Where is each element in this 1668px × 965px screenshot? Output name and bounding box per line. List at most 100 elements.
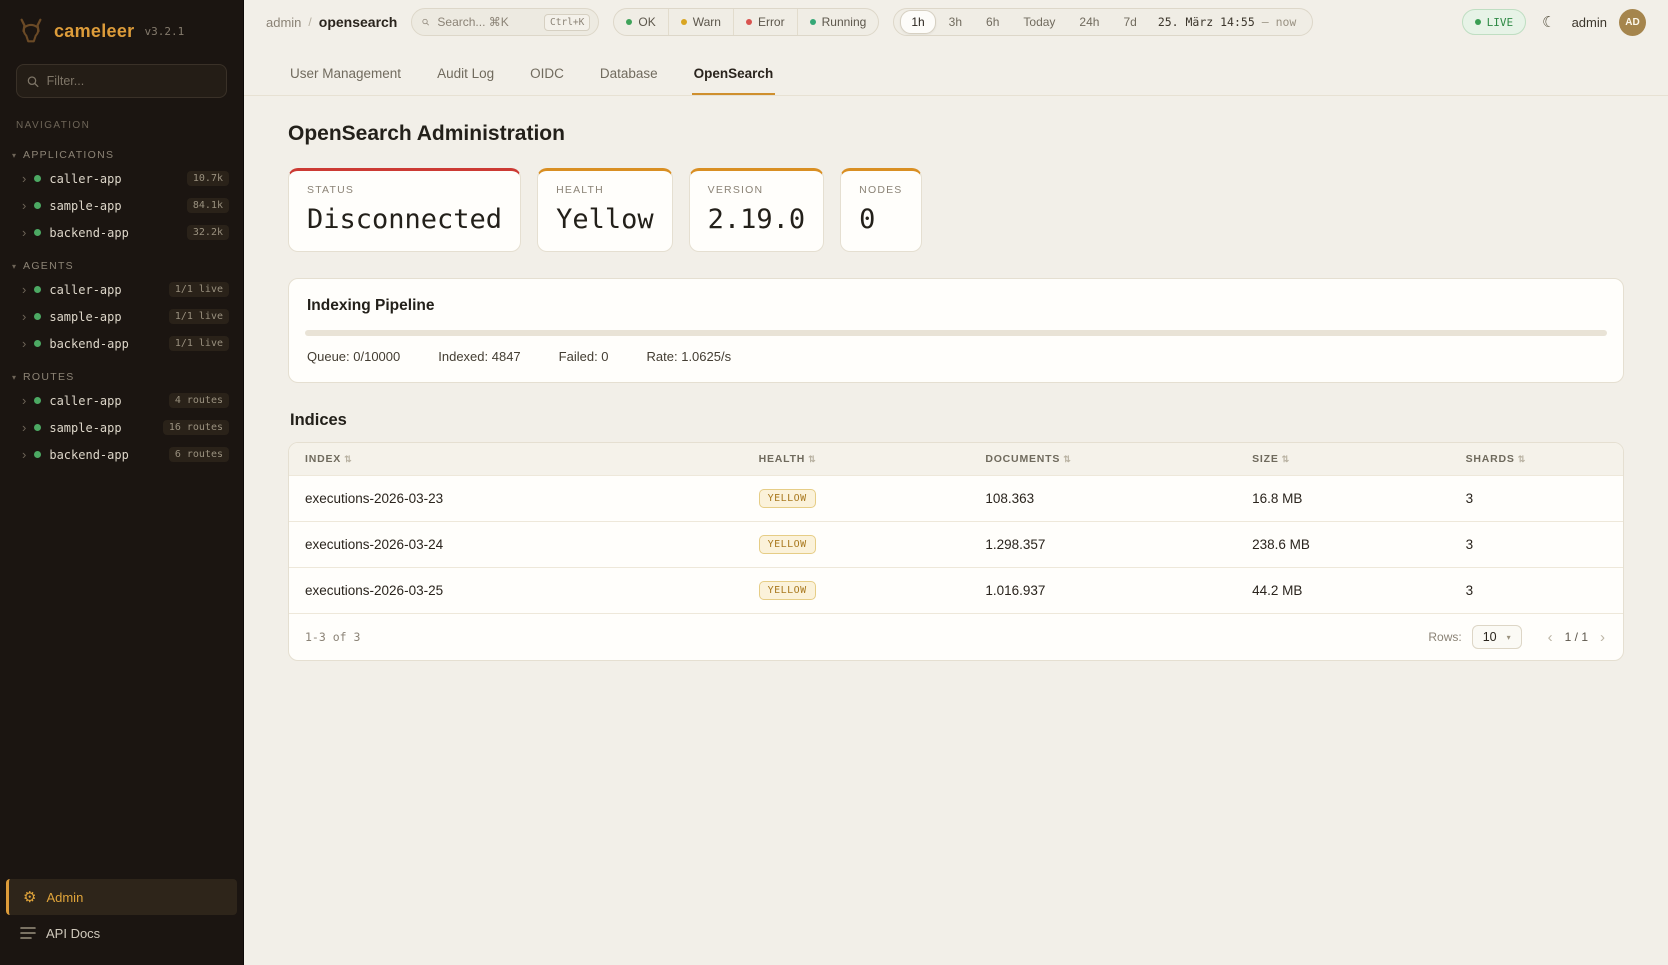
sidebar-item-label: backend-app: [49, 337, 160, 351]
stat-card-health: HEALTH Yellow: [537, 168, 673, 252]
rows-per-page-value: 10: [1483, 630, 1497, 644]
chevron-right-icon: ›: [22, 337, 26, 350]
filter-label: Error: [758, 15, 785, 29]
sidebar-filter[interactable]: [16, 64, 227, 98]
running-dot: [810, 19, 816, 25]
status-dot: [34, 424, 41, 431]
time-range-24h[interactable]: 24h: [1068, 10, 1110, 34]
search-icon: [27, 75, 39, 88]
section-header-routes[interactable]: ▾ ROUTES: [0, 367, 243, 387]
stat-card-nodes: NODES 0: [840, 168, 921, 252]
stat-cards: STATUS Disconnected HEALTH Yellow VERSIO…: [288, 168, 1624, 252]
docs-icon: [20, 926, 36, 940]
section-header-applications[interactable]: ▾ APPLICATIONS: [0, 145, 243, 165]
time-range-group: 1h 3h 6h Today 24h 7d 25. März 14:55 — n…: [893, 8, 1313, 36]
column-header-shards[interactable]: SHARDS⇅: [1450, 443, 1623, 476]
app-logo: cameleer v3.2.1: [0, 0, 243, 56]
live-toggle[interactable]: LIVE: [1462, 9, 1527, 35]
tab-audit-log[interactable]: Audit Log: [435, 58, 496, 95]
filter-input[interactable]: [47, 74, 216, 88]
column-header-health[interactable]: HEALTH⇅: [743, 443, 970, 476]
health-badge: YELLOW: [759, 535, 816, 554]
global-search[interactable]: Ctrl+K: [411, 8, 599, 36]
time-range-7d[interactable]: 7d: [1112, 10, 1147, 34]
documents-cell: 1.298.357: [969, 522, 1236, 568]
indices-table: INDEX⇅ HEALTH⇅ DOCUMENTS⇅ SIZE⇅ SHARDS⇅ …: [289, 443, 1623, 613]
tab-opensearch[interactable]: OpenSearch: [692, 58, 776, 95]
breadcrumb-separator: /: [308, 15, 311, 29]
chevron-right-icon: ›: [22, 226, 26, 239]
documents-cell: 108.363: [969, 476, 1236, 522]
size-cell: 16.8 MB: [1236, 476, 1449, 522]
navigation-label: NAVIGATION: [0, 112, 243, 135]
shards-cell: 3: [1450, 476, 1623, 522]
admin-tabs: User Management Audit Log OIDC Database …: [244, 44, 1668, 96]
breadcrumb-current: opensearch: [319, 14, 398, 30]
time-range-today[interactable]: Today: [1012, 10, 1066, 34]
chevron-down-icon: ▾: [12, 151, 16, 160]
tab-oidc[interactable]: OIDC: [528, 58, 566, 95]
sidebar-item-label: caller-app: [49, 283, 160, 297]
sidebar-item-admin[interactable]: ⚙ Admin: [6, 879, 237, 915]
breadcrumb-root[interactable]: admin: [266, 15, 301, 30]
avatar[interactable]: AD: [1619, 9, 1646, 36]
table-row[interactable]: executions-2026-03-25 YELLOW 1.016.937 4…: [289, 568, 1623, 614]
sidebar-item-caller-app[interactable]: › caller-app 1/1 live: [0, 276, 243, 303]
section-header-agents[interactable]: ▾ AGENTS: [0, 256, 243, 276]
filter-running[interactable]: Running: [797, 9, 879, 35]
search-shortcut-kbd: Ctrl+K: [544, 14, 590, 31]
documents-cell: 1.016.937: [969, 568, 1236, 614]
prev-page-button[interactable]: ‹: [1546, 630, 1555, 645]
column-header-size[interactable]: SIZE⇅: [1236, 443, 1449, 476]
sidebar-item-sample-app[interactable]: › sample-app 84.1k: [0, 192, 243, 219]
time-range-6h[interactable]: 6h: [975, 10, 1010, 34]
date-separator: —: [1262, 15, 1269, 29]
health-badge: YELLOW: [759, 581, 816, 600]
column-header-index[interactable]: INDEX⇅: [289, 443, 743, 476]
column-header-documents[interactable]: DOCUMENTS⇅: [969, 443, 1236, 476]
tab-database[interactable]: Database: [598, 58, 660, 95]
stat-card-status: STATUS Disconnected: [288, 168, 521, 252]
filter-error[interactable]: Error: [733, 9, 797, 35]
sidebar-item-sample-app[interactable]: › sample-app 16 routes: [0, 414, 243, 441]
stat-value: 2.19.0: [708, 204, 806, 235]
rows-per-page-select[interactable]: 10 ▾: [1472, 625, 1522, 649]
search-icon: [422, 16, 429, 28]
search-input[interactable]: [437, 15, 536, 29]
sidebar-item-backend-app[interactable]: › backend-app 1/1 live: [0, 330, 243, 357]
next-page-button[interactable]: ›: [1598, 630, 1607, 645]
shards-cell: 3: [1450, 568, 1623, 614]
chevron-right-icon: ›: [22, 172, 26, 185]
sidebar-item-caller-app[interactable]: › caller-app 4 routes: [0, 387, 243, 414]
filter-label: OK: [638, 15, 655, 29]
routes-badge: 16 routes: [163, 420, 229, 435]
time-range-1h[interactable]: 1h: [900, 10, 935, 34]
admin-label: Admin: [46, 890, 83, 905]
dark-mode-toggle[interactable]: ☾: [1538, 11, 1559, 33]
time-range-display[interactable]: 25. März 14:55 — now: [1150, 15, 1307, 29]
page-title: OpenSearch Administration: [288, 122, 1624, 146]
error-dot: [746, 19, 752, 25]
health-badge: YELLOW: [759, 489, 816, 508]
filter-label: Running: [822, 15, 867, 29]
warn-dot: [681, 19, 687, 25]
status-dot: [34, 313, 41, 320]
tab-user-management[interactable]: User Management: [288, 58, 403, 95]
time-range-3h[interactable]: 3h: [938, 10, 973, 34]
table-row[interactable]: executions-2026-03-24 YELLOW 1.298.357 2…: [289, 522, 1623, 568]
chevron-down-icon: ▾: [12, 262, 16, 271]
count-badge: 84.1k: [187, 198, 229, 213]
stat-value: 0: [859, 204, 902, 235]
sidebar-item-backend-app[interactable]: › backend-app 6 routes: [0, 441, 243, 468]
sidebar-item-caller-app[interactable]: › caller-app 10.7k: [0, 165, 243, 192]
chevron-right-icon: ›: [22, 199, 26, 212]
table-row[interactable]: executions-2026-03-23 YELLOW 108.363 16.…: [289, 476, 1623, 522]
filter-ok[interactable]: OK: [614, 9, 667, 35]
routes-badge: 4 routes: [169, 393, 229, 408]
status-filter-group: OK Warn Error Running: [613, 8, 879, 36]
sidebar-item-backend-app[interactable]: › backend-app 32.2k: [0, 219, 243, 246]
chevron-down-icon: ▾: [1507, 633, 1511, 642]
filter-warn[interactable]: Warn: [668, 9, 733, 35]
sidebar-item-api-docs[interactable]: API Docs: [6, 915, 237, 951]
sidebar-item-sample-app[interactable]: › sample-app 1/1 live: [0, 303, 243, 330]
